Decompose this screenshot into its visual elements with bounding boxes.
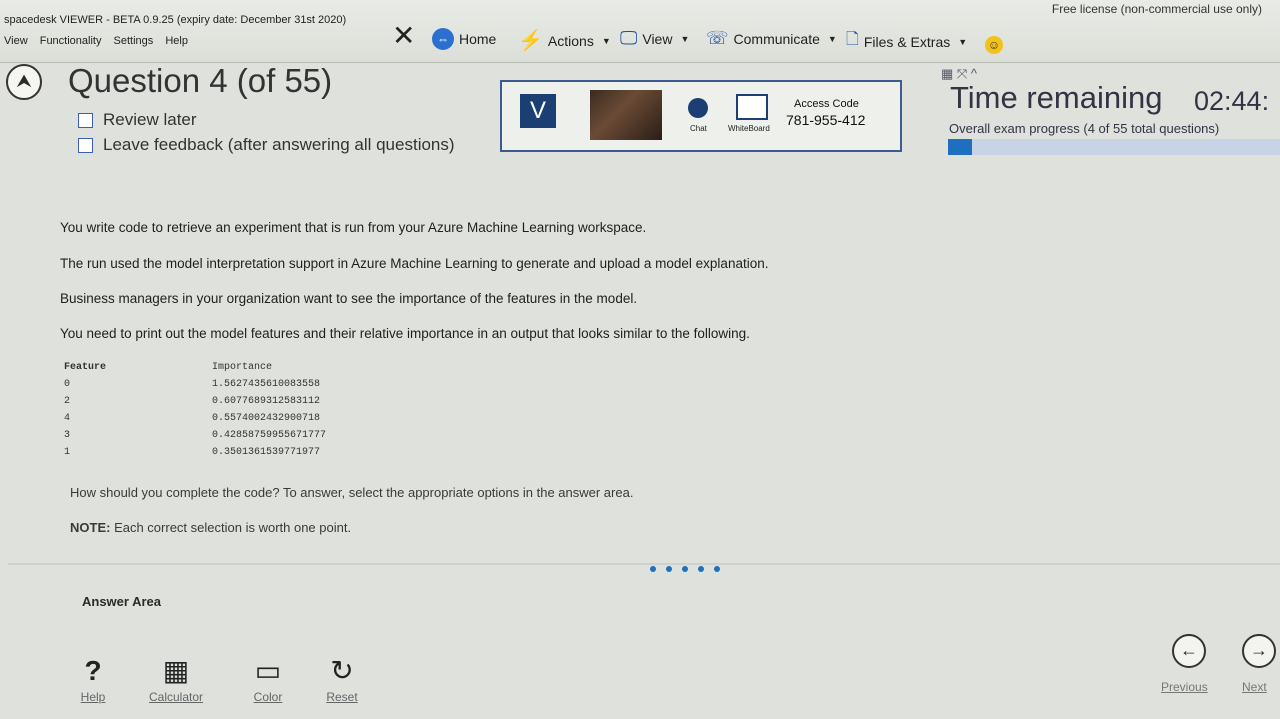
question-mark-icon: ? — [84, 655, 102, 686]
question-title: Question 4 (of 55) — [68, 62, 333, 99]
actions-menu[interactable]: ⚡ Actions ▼ — [518, 28, 611, 53]
loading-dot — [650, 566, 656, 572]
communicate-label: Communicate — [733, 30, 820, 47]
time-remaining-label: Time remaining — [950, 80, 1163, 115]
chat-label: Chat — [690, 124, 707, 133]
access-code-label: Access Code — [794, 98, 859, 110]
next-label: Next — [1242, 680, 1267, 694]
access-code: 781-955-412 — [786, 112, 866, 128]
feature-cell: 4 — [64, 413, 71, 424]
files-menu[interactable]: 🗋 Files & Extras ▼ — [846, 28, 967, 55]
app-title: spacedesk VIEWER - BETA 0.9.25 (expiry d… — [4, 14, 347, 26]
header-importance: Importance — [212, 362, 273, 373]
calculator-button[interactable]: ▦ Calculator — [146, 652, 206, 704]
importance-cell: 0.3501361539771977 — [212, 447, 321, 458]
home-button[interactable]: ⇔ Home — [432, 28, 496, 50]
monitor-icon: 🖵 — [620, 28, 638, 48]
review-later-label: Review later — [103, 110, 197, 129]
next-button[interactable]: → — [1242, 634, 1276, 668]
importance-cell: 0.5574002432900718 — [212, 413, 321, 424]
license-text: Free license (non-commercial use only) — [1051, 2, 1262, 16]
whiteboard-icon[interactable] — [736, 94, 768, 120]
calculator-icon: ▦ — [162, 655, 190, 686]
calculator-label: Calculator — [148, 690, 204, 704]
header-feature: Feature — [64, 362, 107, 373]
instruction-text: How should you complete the code? To ans… — [70, 485, 634, 500]
loading-dot — [682, 566, 688, 572]
arrow-right-icon: → — [1250, 640, 1268, 660]
output-row: 3 0.42858759955671777 — [64, 430, 404, 447]
color-label: Color — [253, 690, 283, 704]
review-later-checkbox[interactable]: Review later — [78, 110, 197, 130]
loading-indicator — [650, 566, 720, 572]
whiteboard-label: WhiteBoard — [728, 124, 770, 133]
app-menu: View Functionality Settings Help — [4, 35, 197, 47]
arrow-left-icon: ← — [1180, 640, 1198, 660]
webcam-preview — [590, 90, 662, 140]
menu-view[interactable]: View — [4, 35, 28, 47]
files-label: Files & Extras — [863, 33, 951, 50]
view-label: View — [642, 30, 673, 47]
actions-label: Actions — [547, 32, 594, 49]
output-row: 2 0.6077689312583112 — [64, 396, 404, 413]
feature-importance-output: Feature Importance 0 1.5627435610083558 … — [64, 362, 404, 464]
note-prefix: NOTE: — [70, 520, 111, 535]
feature-cell: 2 — [64, 396, 71, 407]
checkbox-icon[interactable] — [78, 137, 93, 153]
menu-settings[interactable]: Settings — [114, 35, 154, 47]
lightning-icon: ⚡ — [518, 30, 543, 52]
answer-area-label: Answer Area — [82, 594, 161, 609]
feature-cell: 0 — [64, 379, 71, 390]
reset-button[interactable]: ↻ Reset — [312, 652, 372, 704]
note-body: Each correct selection is worth one poin… — [110, 520, 352, 535]
question-paragraph: You need to print out the model features… — [60, 326, 750, 341]
proctor-panel: V Chat WhiteBoard Access Code 781-955-41… — [500, 80, 902, 152]
loading-dot — [698, 566, 704, 572]
monitor-icon: ▭ — [254, 655, 282, 686]
smiley-icon[interactable]: ☺ — [985, 36, 1003, 54]
previous-label: Previous — [1161, 680, 1208, 694]
output-row: 0 1.5627435610083558 — [64, 379, 404, 396]
home-icon: ⇔ — [432, 28, 454, 50]
color-button[interactable]: ▭ Color — [238, 652, 298, 704]
importance-cell: 0.6077689312583112 — [212, 396, 321, 407]
phone-icon: ☏ — [706, 28, 729, 48]
section-divider — [8, 563, 1280, 565]
back-button[interactable]: ⮝ — [6, 64, 42, 100]
view-menu[interactable]: 🖵 View ▼ — [620, 28, 689, 49]
reset-label: Reset — [326, 690, 358, 704]
checkbox-icon[interactable] — [78, 112, 93, 128]
question-paragraph: The run used the model interpretation su… — [60, 256, 769, 271]
loading-dot — [666, 566, 672, 572]
menu-help[interactable]: Help — [165, 35, 188, 47]
vue-logo: V — [520, 94, 556, 128]
question-paragraph: Business managers in your organization w… — [60, 291, 638, 306]
reset-icon: ↻ — [330, 655, 354, 686]
close-session-icon[interactable]: ✕ — [392, 22, 415, 50]
loading-dot — [714, 566, 720, 572]
note-text: NOTE: Each correct selection is worth on… — [70, 520, 351, 535]
output-header-row: Feature Importance — [64, 362, 404, 379]
home-label: Home — [459, 31, 497, 47]
exam-progress-fill — [948, 139, 973, 155]
output-row: 4 0.5574002432900718 — [64, 413, 404, 430]
time-remaining-value: 02:44: — [1194, 86, 1270, 116]
help-button[interactable]: ? Help — [63, 652, 123, 704]
exam-progress-label: Overall exam progress (4 of 55 total que… — [949, 121, 1220, 136]
previous-button[interactable]: ← — [1172, 634, 1206, 668]
help-label: Help — [80, 690, 106, 704]
output-row: 1 0.3501361539771977 — [64, 447, 404, 464]
leave-feedback-checkbox[interactable]: Leave feedback (after answering all ques… — [78, 135, 455, 155]
exam-progress-bar — [948, 139, 1280, 155]
importance-cell: 1.5627435610083558 — [212, 379, 321, 390]
menu-functionality[interactable]: Functionality — [40, 35, 102, 47]
communicate-menu[interactable]: ☏ Communicate ▼ — [706, 28, 837, 49]
file-icon: 🗋 — [846, 31, 859, 48]
leave-feedback-label: Leave feedback (after answering all ques… — [103, 135, 455, 154]
feature-cell: 1 — [64, 447, 71, 458]
chat-icon[interactable] — [688, 98, 708, 118]
importance-cell: 0.42858759955671777 — [212, 430, 327, 441]
question-paragraph: You write code to retrieve an experiment… — [60, 220, 647, 235]
feature-cell: 3 — [64, 430, 71, 441]
